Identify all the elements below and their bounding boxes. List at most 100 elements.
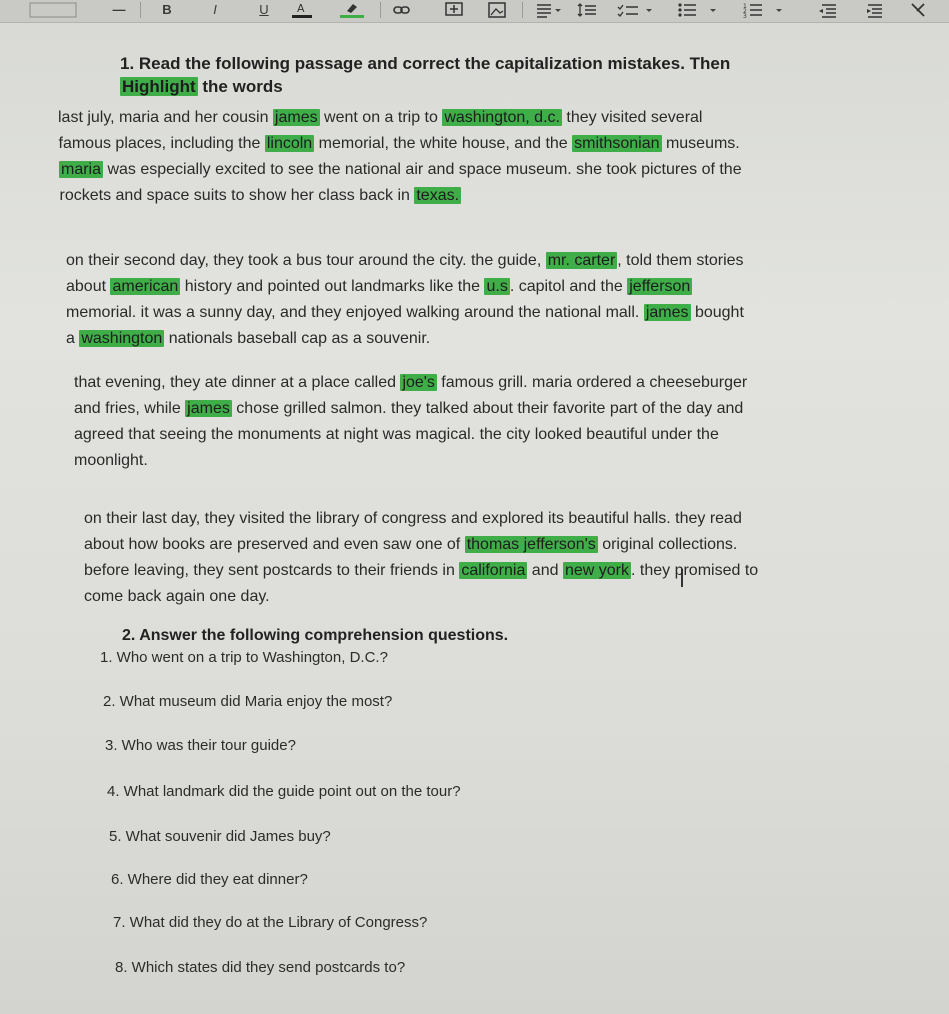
passage-text: before leaving, they sent postcards to t… xyxy=(84,562,460,579)
passage-text: went on a trip to xyxy=(319,109,443,126)
highlighted-word: Highlight xyxy=(120,77,198,96)
checklist-icon[interactable] xyxy=(616,1,658,19)
toolbar-separator xyxy=(380,2,381,18)
passage-line[interactable]: agreed that seeing the monuments at nigh… xyxy=(74,426,719,444)
highlighted-word: u.s xyxy=(484,278,510,295)
italic-icon[interactable]: I xyxy=(206,1,224,19)
passage-line[interactable]: a washington nationals baseball cap as a… xyxy=(66,330,430,348)
task1-heading: 1. Read the following passage and correc… xyxy=(120,54,730,74)
passage-line[interactable]: last july, maria and her cousin james we… xyxy=(58,109,702,127)
highlighted-word: maria xyxy=(59,161,104,178)
highlighted-word: american xyxy=(110,278,181,295)
highlighted-word: new york xyxy=(562,562,631,579)
passage-line[interactable]: about american history and pointed out l… xyxy=(66,278,693,296)
question-item: 6. Where did they eat dinner? xyxy=(111,871,308,888)
numbered-list-icon[interactable]: 123 xyxy=(742,1,790,19)
highlighted-word: smithsonian xyxy=(572,135,662,152)
passage-text: history and pointed out landmarks like t… xyxy=(180,278,485,295)
passage-text: about xyxy=(66,278,111,295)
highlighted-word: jefferson xyxy=(627,278,693,295)
highlighted-word: james xyxy=(272,109,320,126)
passage-text: . they promised to xyxy=(630,562,759,579)
passage-line[interactable]: about how books are preserved and even s… xyxy=(84,536,737,554)
font-size-field[interactable] xyxy=(28,1,78,19)
link-icon[interactable] xyxy=(392,1,412,19)
passage-text: they visited several xyxy=(561,109,703,126)
passage-text: bought xyxy=(690,304,744,321)
formatting-toolbar: — B I U A 123 xyxy=(0,0,949,23)
passage-text: chose grilled salmon. they talked about … xyxy=(231,400,744,417)
highlighted-word: thomas jefferson's xyxy=(464,536,598,553)
passage-text: original collections. xyxy=(597,536,738,553)
passage-text: that evening, they ate dinner at a place… xyxy=(74,374,401,391)
passage-line[interactable]: rockets and space suits to show her clas… xyxy=(60,187,462,205)
toolbar-separator xyxy=(522,2,523,18)
insert-image-icon[interactable] xyxy=(487,1,507,19)
passage-text: famous grill. maria ordered a cheeseburg… xyxy=(436,374,748,391)
clear-formatting-icon[interactable] xyxy=(908,1,930,19)
decrease-indent-icon[interactable] xyxy=(816,1,840,19)
task1-heading-line2: Highlight the words xyxy=(120,77,283,97)
passage-text: memorial. it was a sunny day, and they e… xyxy=(66,304,644,321)
insert-comment-icon[interactable] xyxy=(444,1,464,19)
passage-line[interactable]: before leaving, they sent postcards to t… xyxy=(84,562,758,580)
highlighted-word: washington xyxy=(79,330,165,347)
passage-text: come back again one day. xyxy=(84,588,270,605)
passage-text: last july, maria and her cousin xyxy=(58,109,273,126)
passage-text: moonlight. xyxy=(74,452,148,469)
task1-heading-rest: the words xyxy=(197,77,283,96)
passage-line[interactable]: and fries, while james chose grilled sal… xyxy=(74,400,743,418)
document-page[interactable]: 1. Read the following passage and correc… xyxy=(0,23,949,1014)
passage-text: . capitol and the xyxy=(509,278,628,295)
text-color-icon[interactable]: A xyxy=(290,1,314,19)
align-icon[interactable] xyxy=(535,1,563,19)
passage-line[interactable]: come back again one day. xyxy=(84,588,270,606)
passage-line[interactable]: that evening, they ate dinner at a place… xyxy=(74,374,747,392)
highlighted-word: james xyxy=(643,304,691,321)
passage-text: rockets and space suits to show her clas… xyxy=(59,187,415,204)
question-item: 5. What souvenir did James buy? xyxy=(109,828,331,845)
passage-line[interactable]: maria was especially excited to see the … xyxy=(59,161,742,179)
highlighted-word: lincoln xyxy=(264,135,315,152)
question-item: 1. Who went on a trip to Washington, D.C… xyxy=(100,649,388,666)
passage-text: and fries, while xyxy=(74,400,186,417)
toolbar-separator xyxy=(140,2,141,18)
question-item: 4. What landmark did the guide point out… xyxy=(107,783,461,800)
passage-text: agreed that seeing the monuments at nigh… xyxy=(74,426,719,443)
passage-line[interactable]: on their last day, they visited the libr… xyxy=(84,510,742,528)
question-item: 3. Who was their tour guide? xyxy=(105,737,296,754)
question-item: 7. What did they do at the Library of Co… xyxy=(113,914,428,931)
highlight-color-icon[interactable] xyxy=(338,1,366,19)
svg-text:A: A xyxy=(297,2,305,15)
passage-text: famous places, including the xyxy=(58,135,265,152)
passage-text: a xyxy=(66,330,80,347)
highlighted-word: joe's xyxy=(400,374,437,391)
passage-line[interactable]: memorial. it was a sunny day, and they e… xyxy=(66,304,744,322)
question-item: 8. Which states did they send postcards … xyxy=(115,959,406,976)
passage-line[interactable]: famous places, including the lincoln mem… xyxy=(59,135,740,153)
highlighted-word: texas. xyxy=(414,187,462,204)
task2-heading: 2. Answer the following comprehension qu… xyxy=(122,627,509,644)
highlighted-word: james xyxy=(185,400,232,417)
passage-line[interactable]: moonlight. xyxy=(74,452,148,470)
highlighted-word: california xyxy=(459,562,528,579)
increase-indent-icon[interactable] xyxy=(864,1,888,19)
underline-icon[interactable]: U xyxy=(255,1,273,19)
passage-text: nationals baseball cap as a souvenir. xyxy=(164,330,431,347)
passage-text: on their second day, they took a bus tou… xyxy=(66,252,546,269)
bold-icon[interactable]: B xyxy=(158,1,176,19)
passage-text: about how books are preserved and even s… xyxy=(84,536,465,553)
passage-text: and xyxy=(527,562,563,579)
passage-text: on their last day, they visited the libr… xyxy=(84,510,742,527)
highlighted-word: washington, d.c. xyxy=(442,109,562,126)
question-item: 2. What museum did Maria enjoy the most? xyxy=(103,693,393,710)
passage-text: memorial, the white house, and the xyxy=(314,135,573,152)
strikethrough-icon[interactable]: — xyxy=(110,1,128,19)
passage-text: , told them stories xyxy=(617,252,744,269)
bulleted-list-icon[interactable] xyxy=(676,1,724,19)
line-spacing-icon[interactable] xyxy=(576,1,598,19)
highlighted-word: mr. carter xyxy=(545,252,618,269)
passage-line[interactable]: on their second day, they took a bus tou… xyxy=(66,252,744,270)
passage-text: was especially excited to see the nation… xyxy=(103,161,742,178)
svg-text:3: 3 xyxy=(743,13,747,19)
